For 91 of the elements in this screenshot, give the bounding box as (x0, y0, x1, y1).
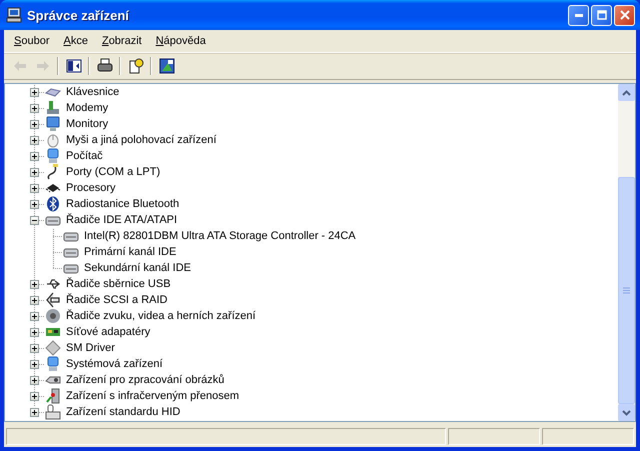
plus-icon (32, 154, 37, 158)
speaker-icon (45, 308, 61, 324)
help-icon (128, 58, 144, 74)
expand-button[interactable] (30, 120, 39, 128)
expand-button[interactable] (30, 280, 39, 288)
expand-button[interactable] (30, 360, 39, 368)
plus-icon (32, 298, 37, 302)
printer-icon (96, 58, 112, 74)
menu-item[interactable]: Akce (56, 35, 95, 47)
scroll-thumb[interactable] (618, 177, 635, 404)
plus-icon (32, 122, 37, 126)
connector-icon (45, 292, 61, 308)
plus-icon (32, 90, 37, 94)
tree-item[interactable]: Řadiče SCSI a RAID (65, 294, 168, 306)
tree-item[interactable]: Procesory (65, 182, 117, 194)
plus-icon (32, 410, 37, 414)
computer-icon (45, 148, 61, 164)
collapse-button[interactable] (30, 216, 39, 224)
tree-item[interactable]: Zařízení s infračerveným přenosem (65, 390, 240, 402)
mouse-icon (45, 132, 61, 148)
close-icon (620, 10, 630, 20)
plus-icon (32, 202, 37, 206)
tree-item[interactable]: Řadiče sběrnice USB (65, 278, 172, 290)
tree-item[interactable]: Primární kanál IDE (83, 246, 178, 258)
expand-button[interactable] (30, 344, 39, 352)
forward-arrow-icon (34, 58, 50, 74)
expand-button[interactable] (30, 88, 39, 96)
tree-item[interactable]: Zařízení standardu HID (65, 406, 182, 418)
tree-item[interactable]: Síťové adapatéry (65, 326, 152, 338)
minus-icon (32, 218, 37, 222)
chevron-down-icon (622, 410, 631, 416)
expand-button[interactable] (30, 168, 39, 176)
tree-item[interactable]: Zařízení pro zpracování obrázků (65, 374, 226, 386)
scroll-down-button[interactable] (618, 404, 635, 421)
tree-item[interactable]: Řadiče IDE ATA/ATAPI (65, 214, 178, 226)
tree-item[interactable]: Myši a jiná polohovací zařízení (65, 134, 218, 146)
expand-button[interactable] (30, 328, 39, 336)
monitor-icon (45, 116, 61, 132)
plus-icon (32, 106, 37, 110)
menu-item[interactable]: Soubor (7, 35, 56, 47)
expand-button[interactable] (30, 312, 39, 320)
plus-icon (32, 330, 37, 334)
grip-icon (623, 287, 630, 294)
plus-icon (32, 346, 37, 350)
expand-button[interactable] (30, 136, 39, 144)
diamond-icon (45, 340, 61, 356)
tree-item[interactable]: Počítač (65, 150, 104, 162)
tree-item[interactable]: Klávesnice (65, 86, 120, 98)
bluetooth-icon (45, 196, 61, 212)
plus-icon (32, 394, 37, 398)
plus-icon (32, 362, 37, 366)
maximize-icon (596, 10, 606, 20)
expand-button[interactable] (30, 184, 39, 192)
tree-item[interactable]: Systémová zařízení (65, 358, 164, 370)
minimize-button[interactable] (568, 4, 589, 26)
menu-item[interactable]: Nápověda (148, 35, 213, 47)
plus-icon (32, 170, 37, 174)
tree-item[interactable]: Monitory (65, 118, 110, 130)
computer-icon (6, 7, 22, 23)
plus-icon (32, 378, 37, 382)
expand-button[interactable] (30, 408, 39, 416)
minimize-icon (574, 14, 582, 16)
pane-icon (66, 58, 82, 74)
expand-button[interactable] (30, 200, 39, 208)
tree-item[interactable]: Radiostanice Bluetooth (65, 198, 180, 210)
tree-item[interactable]: SM Driver (65, 342, 116, 354)
window-title: Správce zařízení (27, 8, 130, 22)
tree-item[interactable]: Intel(R) 82801DBM Ultra ATA Storage Controller - 24CA (83, 230, 357, 242)
expand-button[interactable] (30, 376, 39, 384)
maximize-button[interactable] (591, 4, 612, 26)
scrollbar[interactable] (618, 84, 635, 421)
tree-item[interactable]: Porty (COM a LPT) (65, 166, 162, 178)
properties-icon (158, 58, 174, 74)
scroll-up-button[interactable] (618, 84, 635, 101)
tree-item[interactable]: Řadiče zvuku, videa a herních zařízení (65, 310, 257, 322)
expand-button[interactable] (30, 296, 39, 304)
infrared-device-icon (45, 388, 61, 404)
plus-icon (32, 314, 37, 318)
chevron-up-icon (622, 90, 631, 96)
cable-icon (45, 164, 61, 180)
tree-item[interactable]: Sekundární kanál IDE (83, 262, 192, 274)
tree-item[interactable]: Modemy (65, 102, 110, 114)
menu-item[interactable]: Zobrazit (94, 35, 149, 47)
plus-icon (32, 138, 37, 142)
close-button[interactable] (614, 4, 635, 26)
plus-icon (32, 282, 37, 286)
expand-button[interactable] (30, 152, 39, 160)
plus-icon (32, 186, 37, 190)
expand-button[interactable] (30, 392, 39, 400)
computer-icon (45, 356, 61, 372)
expand-button[interactable] (30, 104, 39, 112)
